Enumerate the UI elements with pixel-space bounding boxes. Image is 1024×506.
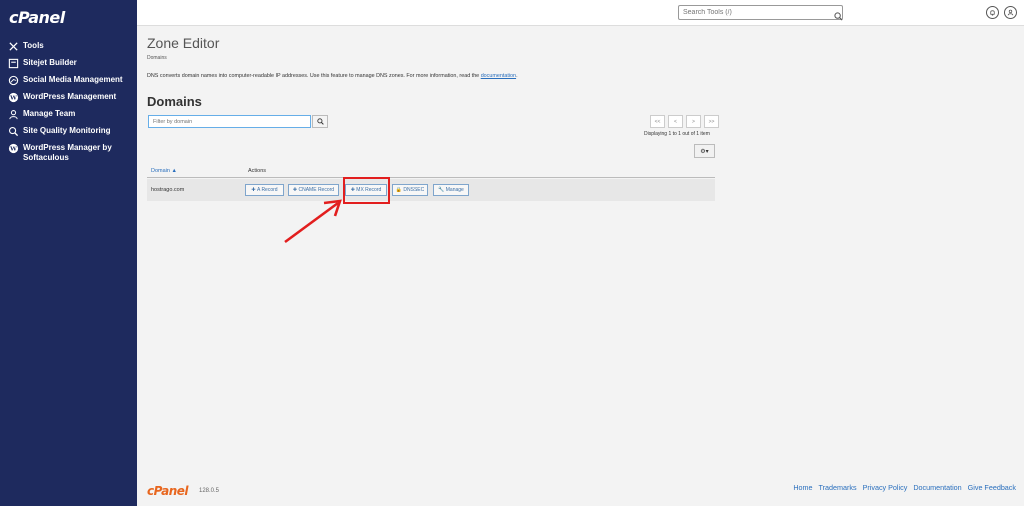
sidebar-item-label: WordPress Manager by Softaculous [23, 143, 112, 162]
notifications-bell-icon[interactable] [986, 6, 999, 19]
sidebar-item-tools[interactable]: Tools [0, 38, 137, 55]
sidebar-item-label: Manage Team [23, 109, 76, 118]
table-row: hostrago.com ✚ A Record ✚ CNAME Record ✚… [147, 179, 715, 201]
pager-last-button[interactable]: >> [704, 115, 719, 128]
page-title: Zone Editor [147, 35, 220, 51]
breadcrumb: Domains [147, 55, 167, 61]
sort-asc-icon: ▲ [171, 168, 177, 174]
filter-search-button[interactable] [312, 115, 328, 128]
sidebar-item-label: WordPress Management [23, 92, 117, 101]
description-text: DNS converts domain names into computer-… [147, 73, 481, 79]
team-icon [8, 109, 19, 120]
footer-link-privacy[interactable]: Privacy Policy [863, 483, 908, 492]
domains-table: Domain ▲ Actions hostrago.com ✚ A Record… [147, 164, 715, 201]
pager-next-button[interactable]: > [686, 115, 701, 128]
documentation-link[interactable]: documentation [481, 73, 516, 79]
svg-text:W: W [9, 95, 17, 102]
main-content: Zone Editor Domains DNS converts domain … [147, 26, 1017, 506]
sidebar-item-manage-team[interactable]: Manage Team [0, 106, 137, 123]
footer-link-home[interactable]: Home [793, 483, 812, 492]
sidebar-item-site-quality[interactable]: Site Quality Monitoring [0, 123, 137, 140]
sidebar-item-label: Sitejet Builder [23, 58, 77, 67]
footer-link-feedback[interactable]: Give Feedback [968, 483, 1016, 492]
column-header-domain[interactable]: Domain ▲ [151, 168, 177, 174]
svg-text:W: W [9, 146, 17, 153]
social-media-icon [8, 75, 19, 86]
gear-icon: ⚙▾ [700, 148, 709, 155]
footer-link-trademarks[interactable]: Trademarks [819, 483, 857, 492]
wordpress-icon: W [8, 143, 19, 154]
description-end: . [516, 73, 518, 79]
settings-gear-button[interactable]: ⚙▾ [694, 144, 715, 158]
section-title: Domains [147, 94, 202, 109]
sidebar-item-wordpress[interactable]: W WordPress Management [0, 89, 137, 106]
red-pointer-arrow [284, 199, 342, 244]
footer-links: Home Trademarks Privacy Policy Documenta… [793, 483, 1016, 492]
search-icon [316, 118, 324, 125]
page-description: DNS converts domain names into computer-… [147, 73, 518, 79]
user-account-icon[interactable] [1004, 6, 1017, 19]
footer-version: 128.0.5 [199, 488, 220, 494]
footer-cpanel-logo: cPanel [147, 484, 189, 498]
sidebar-item-label: Site Quality Monitoring [23, 126, 111, 135]
sidebar-item-label: Social Media Management [23, 75, 123, 84]
quality-search-icon [8, 126, 19, 137]
top-bar [137, 0, 1024, 26]
displaying-count: Displaying 1 to 1 out of 1 item [644, 131, 710, 137]
mx-record-highlight-box [343, 177, 390, 204]
pagination: << < > >> [647, 115, 719, 128]
wordpress-icon: W [8, 92, 19, 103]
tools-icon [8, 41, 19, 52]
add-a-record-button[interactable]: ✚ A Record [245, 184, 284, 196]
pager-prev-button[interactable]: < [668, 115, 683, 128]
column-header-actions: Actions [248, 168, 267, 174]
dnssec-button[interactable]: 🔒 DNSSEC [392, 184, 428, 196]
footer-link-documentation[interactable]: Documentation [913, 483, 961, 492]
search-icon[interactable] [834, 8, 843, 21]
sidebar-item-label: Tools [23, 41, 44, 50]
manage-button[interactable]: 🔧 Manage [433, 184, 469, 196]
sidebar-item-sitejet[interactable]: Sitejet Builder [0, 55, 137, 72]
sidebar-nav: Tools Sitejet Builder Social Media Manag… [0, 38, 137, 166]
sidebar-item-social-media[interactable]: Social Media Management [0, 72, 137, 89]
cpanel-logo[interactable]: cPanel [9, 8, 65, 27]
sidebar-item-wordpress-manager[interactable]: W WordPress Manager by Softaculous [0, 140, 137, 166]
sidebar: cPanel Tools Sitejet Builder Social Medi… [0, 0, 137, 506]
domain-cell: hostrago.com [151, 187, 185, 193]
pager-first-button[interactable]: << [650, 115, 665, 128]
table-header: Domain ▲ Actions [147, 164, 715, 178]
wrench-icon: 🔧 [438, 187, 445, 193]
search-tools-input[interactable] [678, 5, 843, 20]
sitejet-icon [8, 58, 19, 69]
filter-domain-input[interactable] [148, 115, 311, 128]
lock-icon: 🔒 [395, 187, 402, 193]
